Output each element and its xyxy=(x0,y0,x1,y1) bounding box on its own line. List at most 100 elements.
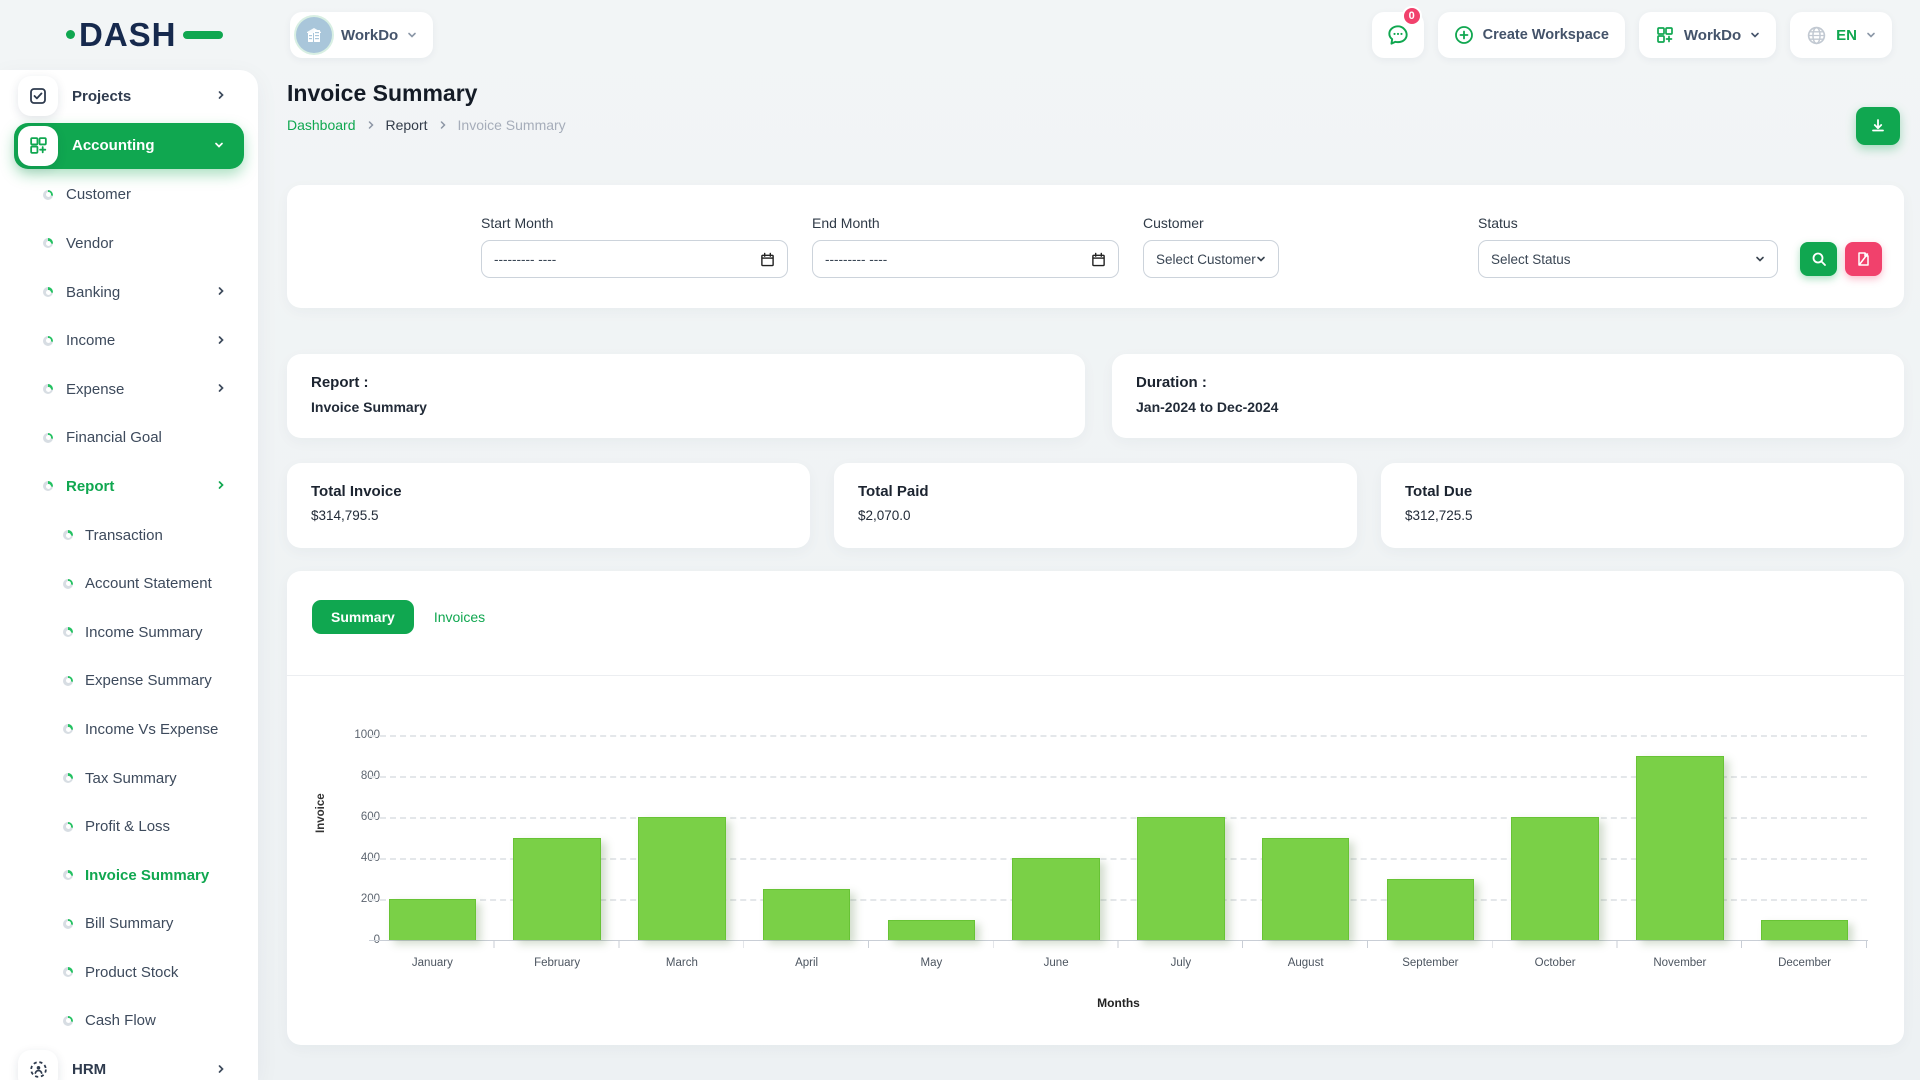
sidebar-item-label: Income Summary xyxy=(85,624,203,641)
sidebar-item-profit-loss[interactable]: Profit & Loss xyxy=(0,802,258,851)
bar-august[interactable] xyxy=(1262,838,1349,941)
bar-slot-february xyxy=(495,735,620,940)
sidebar-item-account-statement[interactable]: Account Statement xyxy=(0,559,258,608)
chart-x-axis-title: Months xyxy=(370,996,1867,1010)
end-month-input[interactable]: --------- ---- xyxy=(812,240,1119,278)
report-value: Invoice Summary xyxy=(311,399,1061,415)
sidebar-item-income-vs-expense[interactable]: Income Vs Expense xyxy=(0,705,258,754)
bullet-icon xyxy=(63,627,73,637)
customer-select-value: Select Customer xyxy=(1156,252,1256,267)
bar-slot-september xyxy=(1368,735,1493,940)
sidebar-item-label: Customer xyxy=(66,186,131,203)
chevron-down-icon xyxy=(1256,254,1266,264)
sidebar-item-financial-goal[interactable]: Financial Goal xyxy=(0,414,258,463)
sidebar-item-income[interactable]: Income xyxy=(0,316,258,365)
sidebar-item-report[interactable]: Report xyxy=(0,462,258,511)
customer-select[interactable]: Select Customer xyxy=(1143,240,1279,278)
bar-october[interactable] xyxy=(1511,817,1598,940)
bar-december[interactable] xyxy=(1761,920,1848,941)
sidebar-item-invoice-summary[interactable]: Invoice Summary xyxy=(0,851,258,900)
total-paid-label: Total Paid xyxy=(858,483,1333,500)
search-icon xyxy=(1811,251,1827,267)
tab-summary[interactable]: Summary xyxy=(312,600,414,634)
bullet-icon xyxy=(63,1016,73,1026)
breadcrumb-report[interactable]: Report xyxy=(386,117,428,133)
calendar-icon[interactable] xyxy=(760,252,775,267)
chat-bubble-icon xyxy=(1385,22,1411,48)
download-button[interactable] xyxy=(1856,107,1900,145)
bullet-icon xyxy=(43,433,53,443)
sidebar-item-banking[interactable]: Banking xyxy=(0,268,258,317)
sidebar-item-projects[interactable]: Projects xyxy=(0,72,258,121)
modules-grid-icon xyxy=(1655,25,1675,45)
sidebar-item-customer[interactable]: Customer xyxy=(0,171,258,220)
plus-circle-icon xyxy=(1454,25,1474,45)
sidebar-item-label: Income Vs Expense xyxy=(85,721,218,738)
chevron-right-icon xyxy=(216,1061,226,1079)
sidebar: ProjectsAccountingCustomerVendorBankingI… xyxy=(0,70,258,1080)
chevron-down-icon xyxy=(407,30,417,40)
bar-april[interactable] xyxy=(763,889,850,940)
bar-slot-may xyxy=(869,735,994,940)
logo-dot-icon xyxy=(66,30,75,39)
reset-filter-button[interactable] xyxy=(1845,242,1882,276)
bar-slot-march xyxy=(620,735,745,940)
sidebar-item-vendor[interactable]: Vendor xyxy=(0,219,258,268)
sidebar-item-expense[interactable]: Expense xyxy=(0,365,258,414)
bar-may[interactable] xyxy=(888,920,975,941)
report-info-row: Report : Invoice Summary Duration : Jan-… xyxy=(287,354,1904,438)
chevron-right-icon xyxy=(216,332,226,350)
breadcrumb-dashboard[interactable]: Dashboard xyxy=(287,117,356,133)
dash-logo[interactable]: DASH xyxy=(66,18,223,51)
sidebar-item-bill-summary[interactable]: Bill Summary xyxy=(0,900,258,949)
chart-plot-area xyxy=(370,735,1867,940)
language-selector[interactable]: EN xyxy=(1790,12,1892,58)
apply-filter-button[interactable] xyxy=(1800,242,1837,276)
total-paid-card: Total Paid $2,070.0 xyxy=(834,463,1357,548)
filter-actions xyxy=(1800,242,1882,276)
bar-slot-november xyxy=(1618,735,1743,940)
sidebar-item-label: Invoice Summary xyxy=(85,867,209,884)
bullet-icon xyxy=(63,967,73,977)
sidebar-item-expense-summary[interactable]: Expense Summary xyxy=(0,657,258,706)
sidebar-item-cash-flow[interactable]: Cash Flow xyxy=(0,997,258,1046)
bar-slot-october xyxy=(1493,735,1618,940)
status-label: Status xyxy=(1478,215,1778,231)
start-month-input[interactable]: --------- ---- xyxy=(481,240,788,278)
calendar-icon[interactable] xyxy=(1091,252,1106,267)
bar-june[interactable] xyxy=(1012,858,1099,940)
create-workspace-button[interactable]: Create Workspace xyxy=(1438,12,1625,58)
bar-january[interactable] xyxy=(389,899,476,940)
bar-march[interactable] xyxy=(638,817,725,940)
tab-invoices[interactable]: Invoices xyxy=(434,609,485,625)
chevron-down-icon xyxy=(1866,30,1876,40)
page-title: Invoice Summary xyxy=(287,80,1904,107)
status-select[interactable]: Select Status xyxy=(1478,240,1778,278)
sidebar-item-income-summary[interactable]: Income Summary xyxy=(0,608,258,657)
bar-slot-june xyxy=(994,735,1119,940)
sidebar-item-accounting[interactable]: Accounting xyxy=(14,123,244,169)
sidebar-item-product-stock[interactable]: Product Stock xyxy=(0,948,258,997)
bullet-icon xyxy=(63,724,73,734)
bar-november[interactable] xyxy=(1636,756,1723,941)
bar-september[interactable] xyxy=(1387,879,1474,941)
bullet-icon xyxy=(63,530,73,540)
messages-button[interactable]: 0 xyxy=(1372,12,1424,58)
sidebar-item-hrm[interactable]: HRM xyxy=(0,1045,258,1080)
total-invoice-card: Total Invoice $314,795.5 xyxy=(287,463,810,548)
sidebar-nav: ProjectsAccountingCustomerVendorBankingI… xyxy=(0,72,258,1080)
sidebar-item-transaction[interactable]: Transaction xyxy=(0,511,258,560)
download-icon xyxy=(1869,117,1887,135)
workspace-label: WorkDo xyxy=(341,27,398,44)
bullet-icon xyxy=(63,773,73,783)
bar-february[interactable] xyxy=(513,838,600,941)
bar-slot-july xyxy=(1119,735,1244,940)
start-month-placeholder: --------- ---- xyxy=(494,252,556,267)
bar-july[interactable] xyxy=(1137,817,1224,940)
chart-bars xyxy=(370,735,1867,940)
total-paid-value: $2,070.0 xyxy=(858,508,1333,523)
sidebar-item-tax-summary[interactable]: Tax Summary xyxy=(0,754,258,803)
customer-field: Customer Select Customer xyxy=(1143,215,1279,278)
workspace-switcher[interactable]: WorkDo xyxy=(290,12,433,58)
workdo-menu-button[interactable]: WorkDo xyxy=(1639,12,1776,58)
